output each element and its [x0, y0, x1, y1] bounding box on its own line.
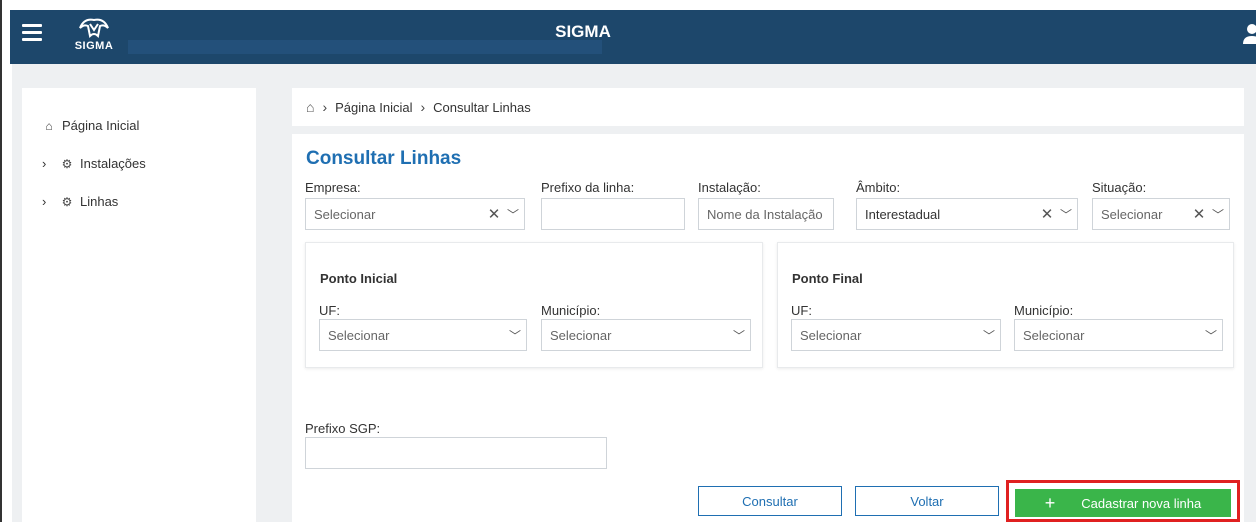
consultar-button[interactable]: Consultar — [698, 486, 842, 516]
clear-icon[interactable]: ✕ — [486, 205, 502, 223]
uf-label: UF: — [319, 303, 340, 318]
app-title: SIGMA — [555, 22, 611, 41]
chevron-right-icon: › — [42, 194, 47, 209]
uf-placeholder: Selecionar — [328, 327, 390, 343]
main-card: Consultar Linhas Empresa: Selecionar ✕ ﹀… — [292, 134, 1244, 522]
chevron-down-icon[interactable]: ﹀ — [978, 327, 1000, 344]
ponto-final-uf-select[interactable]: Selecionar ﹀ — [791, 319, 1001, 351]
ambito-label: Âmbito: — [856, 180, 901, 195]
ponto-inicial-card: Ponto Inicial UF: Selecionar ﹀ Município… — [305, 242, 763, 368]
breadcrumb-item-pagina-inicial[interactable]: Página Inicial — [335, 100, 412, 115]
chevron-right-icon: › — [420, 99, 426, 115]
instalacao-placeholder: Nome da Instalação — [707, 206, 823, 222]
sidebar-item-pagina-inicial[interactable]: ⌂ Página Inicial — [42, 118, 139, 133]
chevron-down-icon[interactable]: ﹀ — [1055, 206, 1077, 223]
page-title: Consultar Linhas — [306, 148, 462, 169]
sidebar-item-label: Instalações — [80, 156, 146, 171]
chevron-down-icon[interactable]: ﹀ — [504, 327, 526, 344]
municipio-label: Município: — [1014, 303, 1074, 318]
prefixo-input[interactable] — [541, 198, 685, 230]
chevron-down-icon[interactable]: ﹀ — [1207, 206, 1229, 223]
sidebar-item-label: Página Inicial — [62, 118, 140, 133]
uf-placeholder: Selecionar — [800, 327, 862, 343]
ponto-final-card: Ponto Final UF: Selecionar ﹀ Município: … — [777, 242, 1234, 368]
voltar-button[interactable]: Voltar — [855, 486, 999, 516]
sidebar-item-instalacoes[interactable]: › ⚙ Instalações — [42, 156, 146, 171]
instalacao-input[interactable]: Nome da Instalação — [698, 198, 834, 230]
chevron-down-icon[interactable]: ﹀ — [1200, 327, 1222, 344]
prefixo-sgp-input[interactable] — [305, 437, 607, 469]
ponto-final-municipio-select[interactable]: Selecionar ﹀ — [1014, 319, 1223, 351]
ambito-value: Interestadual — [865, 206, 941, 222]
header-band — [128, 40, 602, 54]
chevron-right-icon: › — [322, 99, 328, 115]
clear-icon[interactable]: ✕ — [1191, 205, 1207, 223]
situacao-label: Situação: — [1092, 180, 1147, 195]
gear-icon: ⚙ — [61, 156, 73, 171]
clear-icon[interactable]: ✕ — [1039, 205, 1055, 223]
ponto-inicial-municipio-select[interactable]: Selecionar ﹀ — [541, 319, 751, 351]
prefixo-sgp-label: Prefixo SGP: — [305, 421, 381, 436]
sidebar-item-linhas[interactable]: › ⚙ Linhas — [42, 194, 118, 209]
situacao-select[interactable]: Selecionar ✕ ﹀ — [1092, 198, 1230, 230]
sidebar: ⌂ Página Inicial › ⚙ Instalações › ⚙ Lin… — [22, 88, 256, 522]
highlight-frame: + Cadastrar nova linha — [1006, 480, 1240, 522]
chevron-down-icon[interactable]: ﹀ — [728, 327, 750, 344]
prefixo-label: Prefixo da linha: — [541, 180, 635, 195]
municipio-label: Município: — [541, 303, 601, 318]
empresa-select[interactable]: Selecionar ✕ ﹀ — [305, 198, 525, 230]
breadcrumb-item-current: Consultar Linhas — [433, 99, 531, 115]
plus-icon: + — [1044, 492, 1056, 513]
window-left-edge — [0, 0, 12, 522]
sidebar-item-label: Linhas — [80, 194, 119, 209]
top-bar: SIGMA SIGMA — [10, 10, 1256, 64]
breadcrumb: ⌂ › Página Inicial › Consultar Linhas — [292, 88, 1244, 126]
ambito-select[interactable]: Interestadual ✕ ﹀ — [856, 198, 1078, 230]
chevron-right-icon: › — [42, 156, 47, 171]
home-icon: ⌂ — [45, 118, 53, 133]
instalacao-label: Instalação: — [698, 180, 761, 195]
municipio-placeholder: Selecionar — [550, 327, 612, 343]
ponto-inicial-uf-select[interactable]: Selecionar ﹀ — [319, 319, 527, 351]
ponto-final-title: Ponto Final — [792, 271, 863, 286]
empresa-placeholder: Selecionar — [314, 206, 376, 222]
gear-icon: ⚙ — [61, 194, 73, 209]
empresa-label: Empresa: — [305, 180, 361, 195]
uf-label: UF: — [791, 303, 812, 318]
ponto-inicial-title: Ponto Inicial — [320, 271, 398, 286]
cadastrar-nova-linha-button[interactable]: + Cadastrar nova linha — [1015, 489, 1231, 517]
cadastrar-button-label: Cadastrar nova linha — [1081, 495, 1202, 511]
user-icon[interactable] — [1242, 22, 1256, 46]
chevron-down-icon[interactable]: ﹀ — [502, 206, 524, 223]
municipio-placeholder: Selecionar — [1023, 327, 1085, 343]
situacao-placeholder: Selecionar — [1101, 206, 1163, 222]
home-icon[interactable]: ⌂ — [306, 99, 314, 115]
